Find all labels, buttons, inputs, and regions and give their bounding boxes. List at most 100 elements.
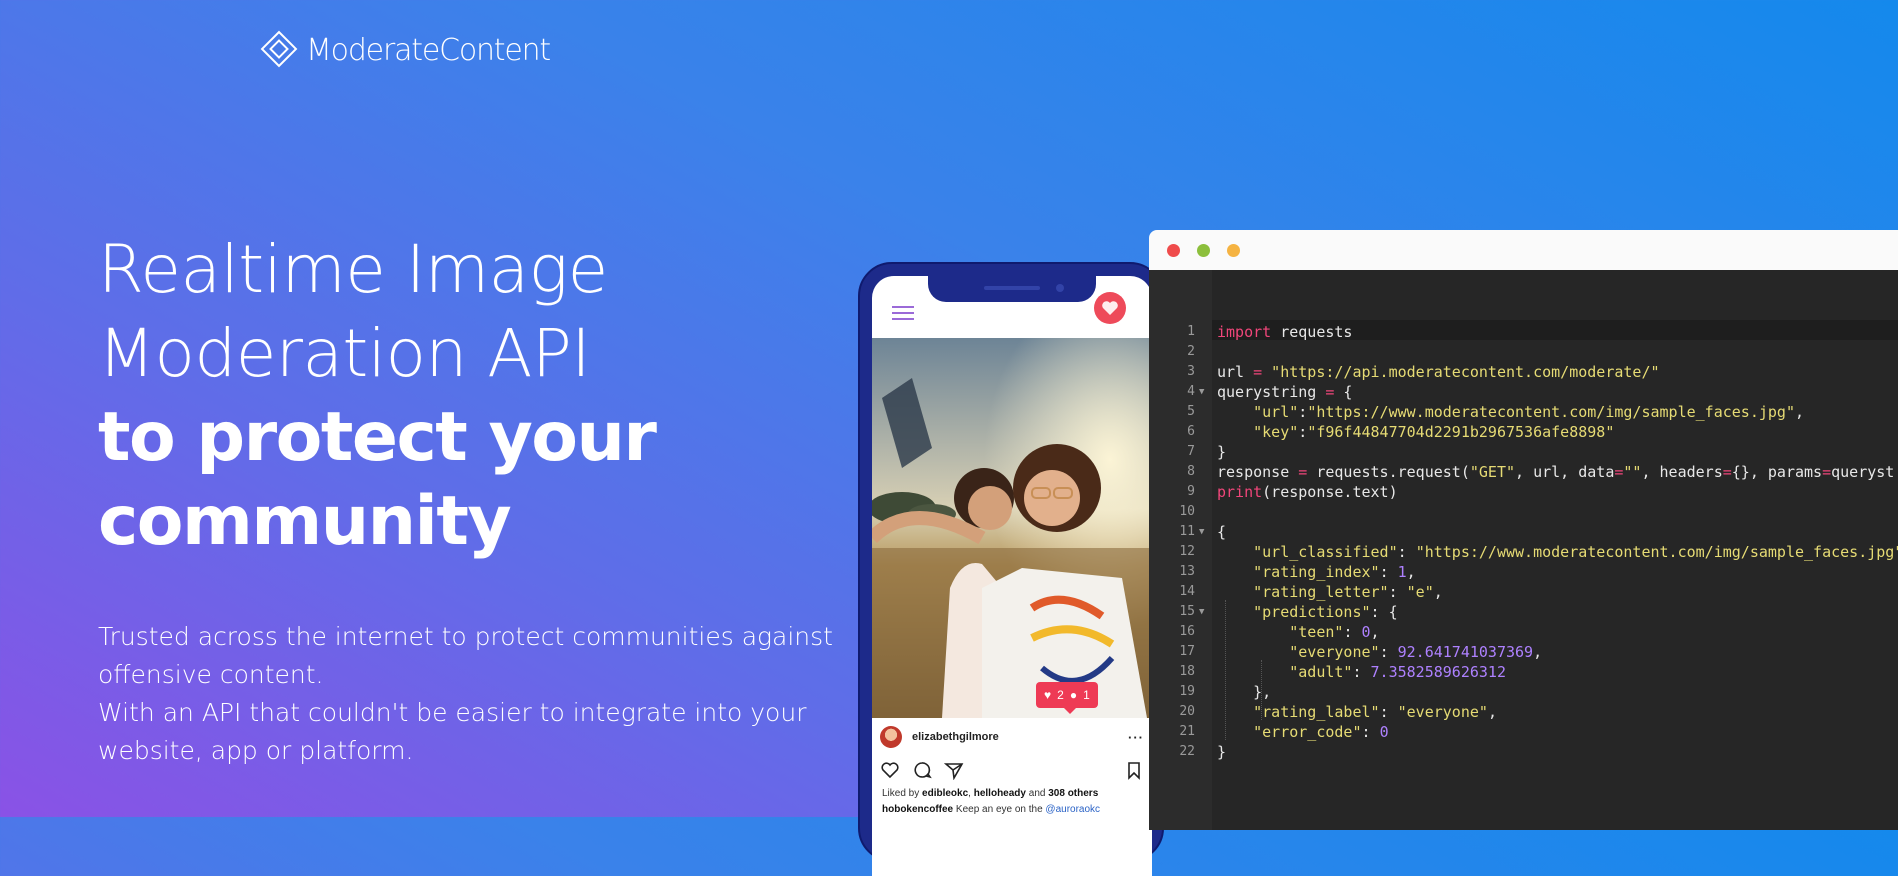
notification-badge[interactable]: ♥ 2 ● 1 xyxy=(1036,682,1098,714)
code-text: response xyxy=(1217,463,1299,481)
hero-heading: Realtime Image Moderation API to protect… xyxy=(98,228,838,564)
operator: = xyxy=(1253,363,1263,381)
logo[interactable]: ModerateContent xyxy=(258,28,551,72)
string: "url_classified" xyxy=(1253,543,1398,561)
caption-mention[interactable]: @auroraokc xyxy=(1045,804,1100,815)
code-window: 1 import requests 2 3 url = "https://api.m… xyxy=(1149,230,1898,830)
line-number: 12 xyxy=(1179,544,1195,559)
code-text: { xyxy=(1217,523,1227,541)
code-text: , headers xyxy=(1641,463,1723,481)
operator: = xyxy=(1822,463,1832,481)
speaker-grille xyxy=(984,286,1040,290)
code-text: : xyxy=(1379,563,1398,581)
string: "e" xyxy=(1406,583,1434,601)
avatar[interactable] xyxy=(880,726,902,748)
heading-line-3: to protect your xyxy=(98,398,657,477)
keyword: import xyxy=(1217,323,1272,341)
code-text: : xyxy=(1352,663,1371,681)
bookmark-icon[interactable] xyxy=(1124,760,1144,780)
string: "" xyxy=(1623,463,1642,481)
code-text: , xyxy=(1487,703,1497,721)
heading-line-4: community xyxy=(98,482,512,561)
string: "everyone" xyxy=(1289,643,1380,661)
line-number: 20 xyxy=(1179,704,1195,719)
subtitle-line-4: website, app or platform. xyxy=(98,736,414,765)
number: 0 xyxy=(1379,723,1389,741)
code-text: , xyxy=(1406,563,1416,581)
code-text: , xyxy=(1370,623,1380,641)
string: "rating_index" xyxy=(1253,563,1380,581)
heart-logo-icon[interactable] xyxy=(1094,292,1126,324)
like-icon[interactable] xyxy=(880,760,900,780)
liked-user-1[interactable]: edibleokc xyxy=(922,788,968,799)
code-text: { xyxy=(1334,383,1353,401)
code-text: requests xyxy=(1271,323,1353,341)
string: "GET" xyxy=(1469,463,1516,481)
string: "teen" xyxy=(1289,623,1344,641)
code-text: : xyxy=(1361,723,1380,741)
code-text: : xyxy=(1388,583,1407,601)
line-number: 11 xyxy=(1179,524,1195,539)
liked-others[interactable]: 308 others xyxy=(1048,788,1098,799)
minimize-window-dot[interactable] xyxy=(1227,244,1240,257)
heading-line-1: Realtime Image xyxy=(98,231,608,308)
line-number: 17 xyxy=(1179,644,1195,659)
liked-and: and xyxy=(1025,788,1049,799)
code-text: : xyxy=(1397,543,1416,561)
code-text: querystring xyxy=(1217,383,1326,401)
line-number: 22 xyxy=(1179,744,1195,759)
brand-name: ModerateContent xyxy=(306,32,551,68)
share-icon[interactable] xyxy=(944,760,964,780)
maximize-window-dot[interactable] xyxy=(1197,244,1210,257)
line-number: 7 xyxy=(1187,444,1195,459)
line-number: 10 xyxy=(1179,504,1195,519)
subtitle-line-2: offensive content. xyxy=(98,660,324,689)
heading-line-2: Moderation API xyxy=(98,315,591,392)
number: 92.641741037369 xyxy=(1397,643,1534,661)
line-number: 14 xyxy=(1179,584,1195,599)
number: 1 xyxy=(1397,563,1407,581)
post-actions xyxy=(880,760,1144,780)
subtitle-line-3: With an API that couldn't be easier to i… xyxy=(98,698,807,727)
likes-count: 2 xyxy=(1057,688,1064,702)
phone-notch xyxy=(928,276,1096,302)
post-username[interactable]: elizabethgilmore xyxy=(912,731,1128,743)
caption-text: Keep an eye on the xyxy=(953,804,1046,815)
string: "https://api.moderatecontent.com/moderat… xyxy=(1262,363,1660,381)
hero-subtitle: Trusted across the internet to protect c… xyxy=(98,618,858,770)
code-text: , xyxy=(1533,643,1543,661)
string: "f96f44847704d2291b2967536afe8898" xyxy=(1307,423,1615,441)
code-text: queryst xyxy=(1831,463,1895,481)
string: "adult" xyxy=(1289,663,1353,681)
fold-arrow-icon[interactable]: ▼ xyxy=(1199,382,1204,402)
more-options-icon[interactable]: ··· xyxy=(1128,730,1144,745)
fold-arrow-icon[interactable]: ▼ xyxy=(1199,522,1204,542)
close-window-dot[interactable] xyxy=(1167,244,1180,257)
code-text: : xyxy=(1379,643,1398,661)
code-text: (response.text) xyxy=(1262,483,1398,501)
line-number: 21 xyxy=(1179,724,1195,739)
code-text: , xyxy=(1433,583,1443,601)
string: "predictions" xyxy=(1253,603,1371,621)
code-text: : xyxy=(1298,403,1308,421)
fold-arrow-icon[interactable]: ▼ xyxy=(1199,602,1204,622)
code-text: : { xyxy=(1370,603,1398,621)
string: "https://www.moderatecontent.com/img/sam… xyxy=(1415,543,1898,561)
line-number: 8 xyxy=(1187,464,1195,479)
post-header: elizabethgilmore ··· xyxy=(880,724,1144,750)
caption-username[interactable]: hobokencoffee xyxy=(882,804,953,815)
subtitle-line-1: Trusted across the internet to protect c… xyxy=(98,622,833,651)
code-text: : xyxy=(1343,623,1362,641)
heart-icon: ♥ xyxy=(1044,688,1052,702)
comment-icon[interactable] xyxy=(912,760,932,780)
number: 0 xyxy=(1361,623,1371,641)
liked-user-2[interactable]: helloheady xyxy=(974,788,1026,799)
line-number: 13 xyxy=(1179,564,1195,579)
line-number: 4 xyxy=(1187,384,1195,399)
line-number: 1 xyxy=(1187,324,1195,339)
string: "https://www.moderatecontent.com/img/sam… xyxy=(1307,403,1795,421)
code-editor[interactable]: 1 import requests 2 3 url = "https://api.m… xyxy=(1149,270,1898,830)
code-text: } xyxy=(1217,743,1227,761)
diamond-logo-icon xyxy=(258,28,302,72)
hamburger-menu-icon[interactable] xyxy=(892,306,914,322)
